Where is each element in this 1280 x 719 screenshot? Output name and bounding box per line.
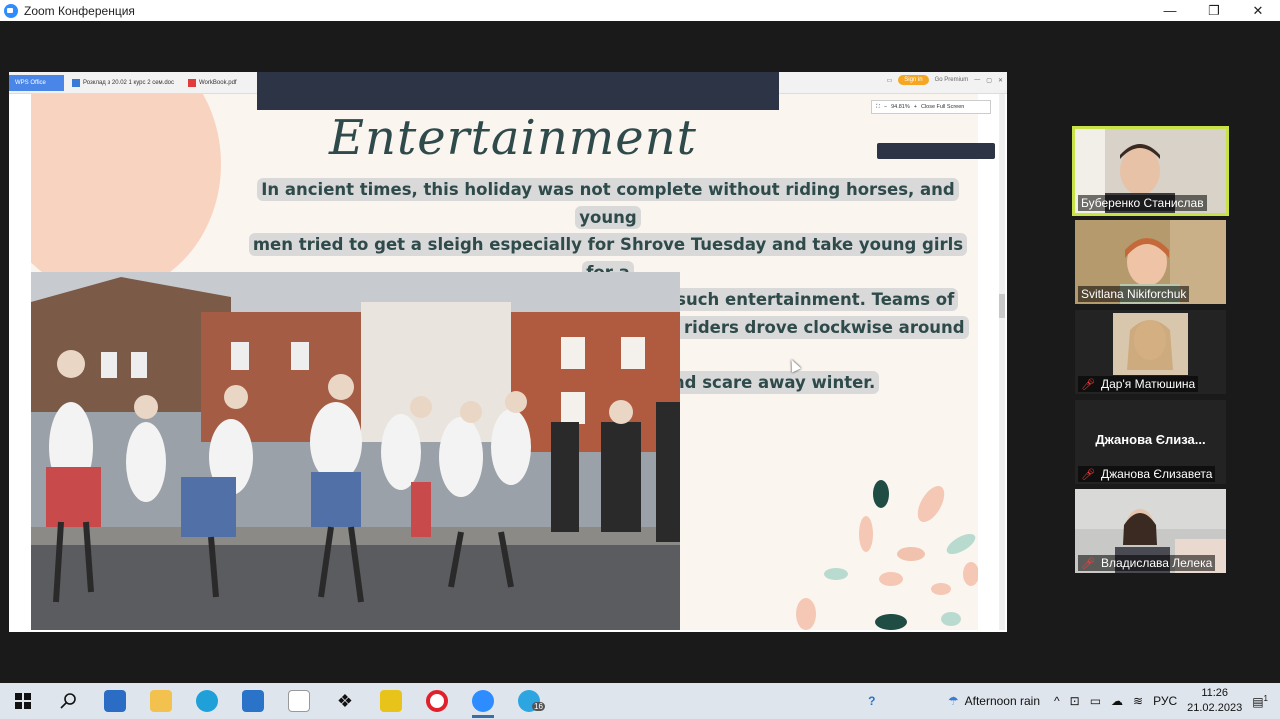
wps-restore-icon[interactable]: ▢ xyxy=(986,77,992,84)
screen-share-banner xyxy=(257,72,779,110)
participant-name-row: 🎤︎ Дар'я Матюшина xyxy=(1078,376,1199,392)
close-button[interactable]: ✕ xyxy=(1236,0,1280,21)
dropbox-button[interactable]: ❖ xyxy=(322,683,368,719)
scrollbar-thumb[interactable] xyxy=(999,294,1005,318)
tab-schedule-doc[interactable]: Розклад з 20.02 1 курс 2 сем.doc xyxy=(66,75,180,91)
participant-display-name: Джанова Єлиза... xyxy=(1095,432,1206,447)
muted-mic-icon: 🎤︎ xyxy=(1081,558,1095,570)
windows-logo-icon xyxy=(15,693,31,709)
sign-in-button[interactable]: Sign in xyxy=(898,75,929,85)
mail-icon xyxy=(242,690,264,712)
amazon-button[interactable] xyxy=(276,683,322,719)
decorative-splashes xyxy=(796,480,978,630)
window-titlebar: Zoom Конференция — ❐ ✕ xyxy=(0,0,1280,21)
participant-name: Svitlana Nikiforchuk xyxy=(1078,286,1190,302)
app-yellow-button[interactable] xyxy=(368,683,414,719)
clock-date: 21.02.2023 xyxy=(1187,702,1243,714)
wifi-icon[interactable]: ≋ xyxy=(1133,694,1143,708)
unread-badge: 16 xyxy=(532,702,545,711)
start-button[interactable] xyxy=(0,683,46,719)
edge-button[interactable] xyxy=(184,683,230,719)
opera-icon xyxy=(426,690,448,712)
fit-page-icon[interactable]: ⛶ xyxy=(876,104,880,111)
system-tray: ? ☂ Afternoon rain ^ ⊡ ▭ ☁ ≋ РУС 11:26 2… xyxy=(860,683,1280,719)
participant-tile[interactable]: Буберенко Станислав xyxy=(1072,126,1229,216)
edge-icon xyxy=(196,690,218,712)
weather-label[interactable]: Afternoon rain xyxy=(965,694,1040,708)
participant-name: Владислава Лелека xyxy=(1100,556,1213,570)
clock-time: 11:26 xyxy=(1201,687,1229,699)
participant-tile[interactable]: 🎤︎ Владислава Лелека xyxy=(1075,489,1226,573)
rain-icon: ☂ xyxy=(947,694,959,708)
zoom-taskbar-button[interactable] xyxy=(460,683,506,719)
go-premium-link[interactable]: Go Premium xyxy=(935,77,969,83)
pancake-race-photo xyxy=(31,272,680,630)
participant-tile[interactable]: 🎤︎ Дар'я Матюшина xyxy=(1075,310,1226,394)
presentation-slide: Entertainment In ancient times, this hol… xyxy=(31,94,978,630)
amazon-icon xyxy=(288,690,310,712)
participant-name: Дар'я Матюшина xyxy=(1100,377,1196,391)
slide-line: In ancient times, this holiday was not c… xyxy=(257,178,959,229)
participant-name: Джанова Єлизавета xyxy=(1100,467,1213,481)
dropbox-icon: ❖ xyxy=(336,691,354,711)
folder-icon xyxy=(150,690,172,712)
zoom-icon xyxy=(472,690,494,712)
shared-screen[interactable]: WPS Office Розклад з 20.02 1 курс 2 сем.… xyxy=(9,72,1007,632)
participant-tile[interactable]: Джанова Єлиза... 🎤︎ Джанова Єлизавета xyxy=(1075,400,1226,484)
maximize-button[interactable]: ❐ xyxy=(1192,0,1236,21)
close-fullscreen-button[interactable]: Close Full Screen xyxy=(921,104,964,110)
language-indicator[interactable]: РУС xyxy=(1153,694,1177,708)
notifications-icon[interactable]: ▤1 xyxy=(1252,694,1268,709)
pdf-icon xyxy=(188,78,196,87)
tab-schedule-doc-label: Розклад з 20.02 1 курс 2 сем.doc xyxy=(83,79,174,86)
wps-close-icon[interactable]: ✕ xyxy=(998,77,1003,84)
windows-taskbar: ❖ 16 ? ☂ Afternoon rain ^ ⊡ ▭ ☁ ≋ РУС 11… xyxy=(0,683,1280,719)
participant-name: Буберенко Станислав xyxy=(1078,195,1207,211)
decorative-peach-circle xyxy=(31,94,221,294)
window-title: Zoom Конференция xyxy=(24,3,135,18)
layout-icon[interactable]: ▭ xyxy=(887,77,893,84)
slide-title: Entertainment xyxy=(329,110,697,166)
vertical-scrollbar[interactable] xyxy=(999,94,1005,630)
mail-button[interactable] xyxy=(230,683,276,719)
minimize-button[interactable]: — xyxy=(1148,0,1192,21)
fullscreen-toolbar: ⛶ − 94.81% + Close Full Screen xyxy=(871,100,991,114)
opera-button[interactable] xyxy=(414,683,460,719)
participant-name-row: 🎤︎ Джанова Єлизавета xyxy=(1078,466,1216,482)
network-icon[interactable]: ⊡ xyxy=(1070,694,1080,708)
telegram-button[interactable]: 16 xyxy=(506,683,552,719)
search-button[interactable] xyxy=(46,683,92,719)
zoom-in-button[interactable]: + xyxy=(914,104,917,110)
zoom-out-button[interactable]: − xyxy=(884,104,887,110)
store-icon xyxy=(104,690,126,712)
cloud-icon[interactable]: ☁ xyxy=(1111,694,1123,708)
overlay-bar xyxy=(877,143,995,159)
tab-workbook-pdf-label: WorkBook.pdf xyxy=(199,79,237,86)
participant-name-row: 🎤︎ Владислава Лелека xyxy=(1078,555,1216,571)
help-icon[interactable]: ? xyxy=(860,691,884,711)
muted-mic-icon: 🎤︎ xyxy=(1081,379,1095,391)
battery-icon[interactable]: ▭ xyxy=(1090,694,1101,708)
clock[interactable]: 11:26 21.02.2023 xyxy=(1187,686,1242,716)
search-icon xyxy=(60,693,76,709)
word-doc-icon xyxy=(72,78,80,87)
file-explorer-button[interactable] xyxy=(138,683,184,719)
tab-wps-office[interactable]: WPS Office xyxy=(9,74,64,91)
tab-workbook-pdf[interactable]: WorkBook.pdf xyxy=(182,75,243,91)
participant-tile[interactable]: Svitlana Nikiforchuk xyxy=(1075,220,1226,304)
muted-mic-icon: 🎤︎ xyxy=(1081,469,1095,481)
store-button[interactable] xyxy=(92,683,138,719)
notification-count: 1 xyxy=(1263,693,1268,703)
zoom-logo-icon xyxy=(4,3,18,18)
app-icon xyxy=(380,690,402,712)
chevron-up-icon[interactable]: ^ xyxy=(1054,694,1060,708)
zoom-level: 94.81% xyxy=(891,104,910,110)
wps-minimize-icon[interactable]: — xyxy=(974,77,980,83)
